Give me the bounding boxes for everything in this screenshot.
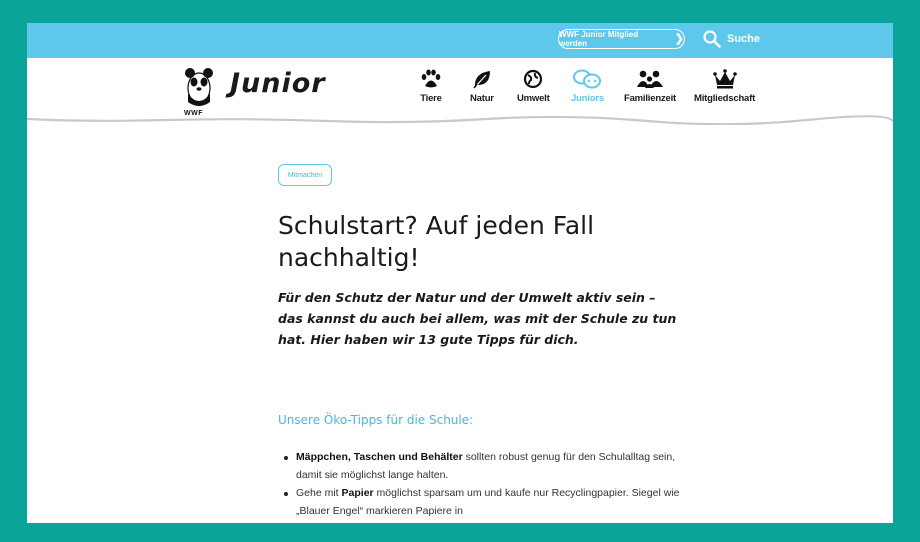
nav-label-natur: Natur xyxy=(470,93,494,104)
article-title: Schulstart? Auf jeden Fall nachhaltig! xyxy=(278,211,595,272)
tip-bold: Mäppchen, Taschen und Behälter xyxy=(296,451,463,463)
tips-list: Mäppchen, Taschen und Behälter sollten r… xyxy=(278,449,696,521)
membership-button[interactable]: WWF Junior Mitglied werden ❯ xyxy=(558,29,685,49)
paw-icon xyxy=(421,69,441,88)
search-icon xyxy=(703,30,721,48)
nav-label-tiere: Tiere xyxy=(420,93,442,104)
chat-bubbles-icon xyxy=(573,69,602,89)
nav-item-juniors[interactable]: Juniors xyxy=(571,69,604,104)
search-link[interactable]: Suche xyxy=(703,30,760,48)
header-divider xyxy=(27,115,893,125)
list-item: Mäppchen, Taschen und Behälter sollten r… xyxy=(284,449,696,484)
crown-icon xyxy=(712,69,737,89)
nav-item-familienzeit[interactable]: Familienzeit xyxy=(624,69,676,104)
nav-item-natur[interactable]: Natur xyxy=(470,69,494,104)
list-item: Gehe mit Papier möglichst sparsam um und… xyxy=(284,485,696,520)
nav-label-juniors: Juniors xyxy=(571,93,604,104)
site-header: WWF Junior Tiere Natur Umwelt Juniors Fa… xyxy=(27,58,893,120)
tip-bold: Papier xyxy=(341,487,374,499)
membership-button-label: WWF Junior Mitglied werden xyxy=(559,30,639,48)
nav-item-umwelt[interactable]: Umwelt xyxy=(517,69,550,104)
globe-icon xyxy=(524,69,543,89)
panda-logo-icon[interactable] xyxy=(184,66,214,108)
browser-page: WWF Junior Mitglied werden ❯ Suche WWF J… xyxy=(27,23,893,523)
nav-label-umwelt: Umwelt xyxy=(517,93,550,104)
nav-item-mitgliedschaft[interactable]: Mitgliedschaft xyxy=(694,69,755,104)
section-title: Unsere Öko-Tipps für die Schule: xyxy=(278,413,474,427)
nav-label-familienzeit: Familienzeit xyxy=(624,93,676,104)
leaf-icon xyxy=(473,71,490,89)
category-tag[interactable]: Mitmachen xyxy=(278,164,332,186)
chevron-right-icon: ❯ xyxy=(674,32,684,45)
search-label: Suche xyxy=(727,33,761,45)
brand-title[interactable]: Junior xyxy=(230,68,326,99)
nav-label-mitgliedschaft: Mitgliedschaft xyxy=(694,93,756,104)
nav-item-tiere[interactable]: Tiere xyxy=(420,69,442,104)
top-bar: WWF Junior Mitglied werden ❯ Suche xyxy=(27,23,893,58)
article-intro: Für den Schutz der Natur und der Umwelt … xyxy=(278,290,677,347)
family-icon xyxy=(636,70,663,88)
tip-pre: Gehe mit xyxy=(296,487,342,499)
